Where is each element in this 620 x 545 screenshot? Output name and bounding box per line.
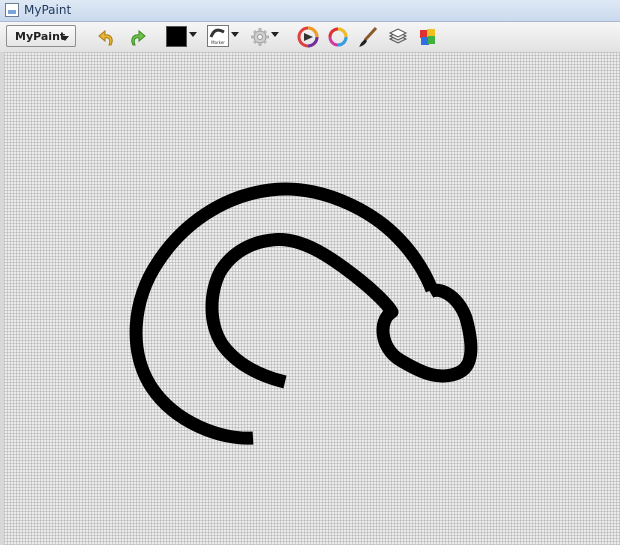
drawn-strokes	[129, 182, 478, 445]
brush-name-label: Marker	[211, 40, 225, 45]
brush-icon[interactable]	[357, 26, 379, 48]
redo-icon[interactable]	[126, 26, 148, 48]
gear-icon[interactable]	[249, 26, 271, 48]
chevron-down-icon[interactable]	[231, 32, 239, 37]
layers-icon[interactable]	[387, 26, 409, 48]
chevron-down-icon	[61, 36, 69, 41]
brush-selector-button[interactable]: Marker	[207, 25, 229, 47]
scratchpad-icon[interactable]	[417, 26, 439, 48]
main-menu-label: MyPaint	[15, 30, 66, 43]
chevron-down-icon[interactable]	[189, 32, 197, 37]
color-wheel-icon[interactable]	[327, 26, 349, 48]
undo-icon[interactable]	[96, 26, 118, 48]
drawing-canvas[interactable]	[4, 52, 620, 545]
app-icon	[5, 3, 19, 17]
color-triangle-icon[interactable]	[297, 26, 319, 48]
toolbar: MyPaint Marker	[0, 22, 620, 53]
inner-stroke	[205, 233, 478, 389]
marker-brush-icon	[209, 28, 225, 38]
color-swatch[interactable]	[166, 26, 187, 47]
title-bar: MyPaint	[0, 0, 620, 22]
chevron-down-icon[interactable]	[271, 32, 279, 37]
window-title: MyPaint	[24, 3, 72, 17]
main-menu-button[interactable]: MyPaint	[6, 25, 76, 47]
